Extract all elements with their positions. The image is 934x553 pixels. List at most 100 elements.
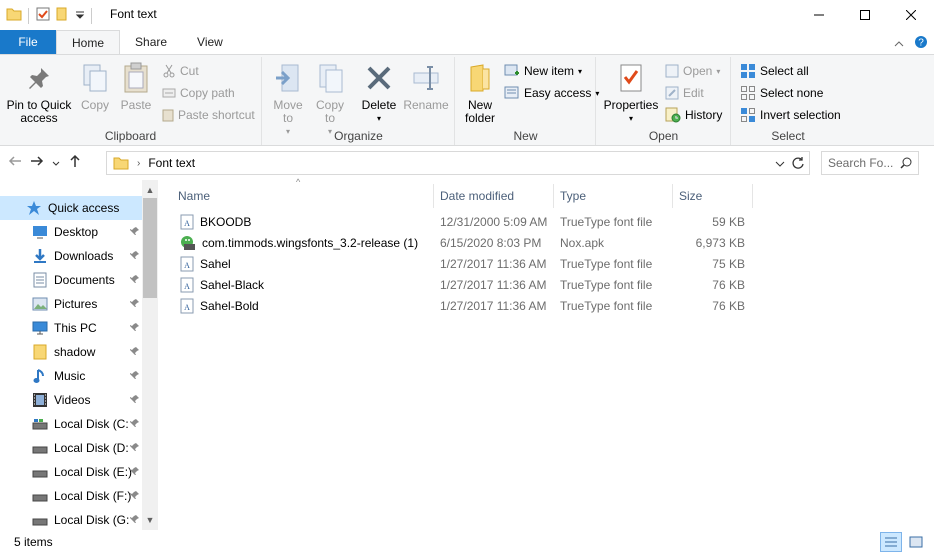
help-icon[interactable]: ? bbox=[914, 35, 928, 52]
sidebar-item-label: Downloads bbox=[54, 249, 114, 263]
table-row[interactable]: A Sahel-Black 1/27/2017 11:36 AM TrueTyp… bbox=[176, 275, 756, 296]
tab-home[interactable]: Home bbox=[56, 30, 121, 54]
pin-icon[interactable] bbox=[130, 441, 140, 455]
disk-icon bbox=[32, 464, 48, 480]
new-item-button[interactable]: New item ▾ bbox=[504, 61, 582, 81]
tab-share[interactable]: Share bbox=[120, 30, 182, 54]
delete-button[interactable]: Delete ▾ bbox=[359, 61, 399, 125]
new-item-label: New item bbox=[524, 64, 575, 78]
table-row[interactable]: com.timmods.wingsfonts_3.2-release (1) 6… bbox=[176, 233, 756, 254]
delete-label: Delete bbox=[361, 98, 397, 112]
sidebar-item-desktop[interactable]: Desktop bbox=[0, 220, 142, 244]
new-folder-button[interactable]: New folder bbox=[460, 61, 500, 125]
open-button[interactable]: Open ▾ bbox=[665, 61, 720, 81]
recent-locations-button[interactable] bbox=[52, 156, 60, 170]
sidebar-item-quick-access[interactable]: Quick access bbox=[0, 196, 142, 220]
pin-icon[interactable] bbox=[130, 321, 140, 335]
sidebar-item-this-pc[interactable]: This PC bbox=[0, 316, 142, 340]
properties-icon[interactable] bbox=[35, 6, 51, 25]
sidebar-item-documents[interactable]: Documents bbox=[0, 268, 142, 292]
properties-button[interactable]: Properties ▾ bbox=[603, 61, 659, 125]
pin-icon[interactable] bbox=[130, 273, 140, 287]
up-button[interactable] bbox=[68, 154, 82, 171]
sidebar-item-downloads[interactable]: Downloads bbox=[0, 244, 142, 268]
tab-file[interactable]: File bbox=[0, 30, 56, 54]
chevron-down-icon bbox=[52, 161, 60, 166]
file-name: com.timmods.wingsfonts_3.2-release (1) bbox=[202, 236, 419, 250]
pin-icon[interactable] bbox=[130, 369, 140, 383]
column-header-type[interactable]: Type bbox=[554, 184, 673, 208]
table-row[interactable]: A Sahel 1/27/2017 11:36 AM TrueType font… bbox=[176, 254, 756, 275]
edit-button[interactable]: Edit bbox=[665, 83, 704, 103]
pin-icon[interactable] bbox=[130, 417, 140, 431]
sidebar-item-videos[interactable]: Videos bbox=[0, 388, 142, 412]
details-view-button[interactable] bbox=[880, 532, 902, 552]
rename-button[interactable]: Rename bbox=[403, 61, 449, 112]
videos-icon bbox=[32, 392, 48, 408]
search-input[interactable]: Search Fo... bbox=[821, 151, 919, 175]
pin-icon[interactable] bbox=[130, 345, 140, 359]
sidebar-item-music[interactable]: Music bbox=[0, 364, 142, 388]
properties-icon bbox=[619, 61, 643, 95]
pin-icon[interactable] bbox=[130, 393, 140, 407]
copy-path-button[interactable]: Copy path bbox=[162, 83, 235, 103]
scrollbar-thumb[interactable] bbox=[143, 198, 157, 298]
sidebar-item-local-disk-f[interactable]: Local Disk (F:) bbox=[0, 484, 142, 508]
column-header-name[interactable]: Name bbox=[172, 184, 434, 208]
pin-label: Pin to Quick access bbox=[6, 98, 72, 125]
paste-button[interactable]: Paste bbox=[118, 61, 154, 112]
apk-file-icon bbox=[181, 236, 195, 250]
minimize-button[interactable] bbox=[796, 0, 842, 30]
copy-button[interactable]: Copy bbox=[78, 61, 112, 112]
column-header-date[interactable]: Date modified bbox=[434, 184, 554, 208]
pin-icon[interactable] bbox=[130, 249, 140, 263]
pin-icon[interactable] bbox=[130, 489, 140, 503]
sidebar-item-local-disk-g[interactable]: Local Disk (G: bbox=[0, 508, 142, 530]
nav-scrollbar[interactable]: ▲ ▼ bbox=[142, 180, 158, 530]
pin-icon[interactable] bbox=[130, 513, 140, 527]
address-bar[interactable]: › Font text bbox=[106, 151, 810, 175]
refresh-button[interactable] bbox=[791, 156, 805, 173]
address-dropdown-button[interactable] bbox=[775, 157, 785, 171]
sidebar-item-local-disk-e[interactable]: Local Disk (E:) bbox=[0, 460, 142, 484]
column-header-size[interactable]: Size bbox=[673, 184, 753, 208]
paste-shortcut-button[interactable]: Paste shortcut bbox=[162, 105, 255, 125]
history-label: History bbox=[685, 108, 723, 122]
open-label: Open bbox=[648, 129, 679, 143]
easy-access-button[interactable]: Easy access ▾ bbox=[504, 83, 599, 103]
maximize-button[interactable] bbox=[842, 0, 888, 30]
invert-selection-button[interactable]: Invert selection bbox=[740, 105, 841, 125]
sidebar-item-local-disk-c[interactable]: Local Disk (C: bbox=[0, 412, 142, 436]
close-button[interactable] bbox=[888, 0, 934, 30]
paste-label: Paste bbox=[120, 98, 152, 112]
large-icons-view-icon bbox=[909, 536, 923, 548]
new-folder-icon[interactable] bbox=[55, 6, 71, 25]
table-row[interactable]: A BKOODB 12/31/2000 5:09 AM TrueType fon… bbox=[176, 212, 756, 233]
breadcrumb[interactable]: Font text bbox=[148, 156, 195, 170]
select-all-button[interactable]: Select all bbox=[740, 61, 809, 81]
sidebar-item-pictures[interactable]: Pictures bbox=[0, 292, 142, 316]
copy-to-button[interactable]: Copy to ▾ bbox=[313, 61, 347, 138]
select-none-button[interactable]: Select none bbox=[740, 83, 823, 103]
pin-quick-access-button[interactable]: Pin to Quick access bbox=[6, 61, 72, 125]
sidebar-item-local-disk-d[interactable]: Local Disk (D: bbox=[0, 436, 142, 460]
scroll-down-icon[interactable]: ▼ bbox=[142, 512, 158, 528]
sidebar-item-shadow[interactable]: shadow bbox=[0, 340, 142, 364]
table-row[interactable]: A Sahel-Bold 1/27/2017 11:36 AM TrueType… bbox=[176, 296, 756, 317]
move-to-button[interactable]: Move to ▾ bbox=[271, 61, 305, 138]
pin-icon[interactable] bbox=[130, 297, 140, 311]
cut-button[interactable]: Cut bbox=[162, 61, 199, 81]
back-button[interactable] bbox=[8, 154, 22, 171]
pin-icon[interactable] bbox=[130, 465, 140, 479]
forward-button[interactable] bbox=[30, 154, 44, 171]
history-button[interactable]: History bbox=[665, 105, 722, 125]
collapse-ribbon-icon[interactable] bbox=[894, 37, 904, 51]
pin-icon[interactable] bbox=[130, 225, 140, 239]
sidebar-item-label: Local Disk (E:) bbox=[54, 465, 133, 479]
customize-toolbar-icon[interactable] bbox=[75, 9, 85, 23]
desktop-icon bbox=[32, 224, 48, 240]
folder-icon[interactable] bbox=[6, 6, 22, 25]
large-icons-view-button[interactable] bbox=[906, 532, 926, 552]
tab-view[interactable]: View bbox=[182, 30, 238, 54]
scroll-up-icon[interactable]: ▲ bbox=[142, 182, 158, 198]
